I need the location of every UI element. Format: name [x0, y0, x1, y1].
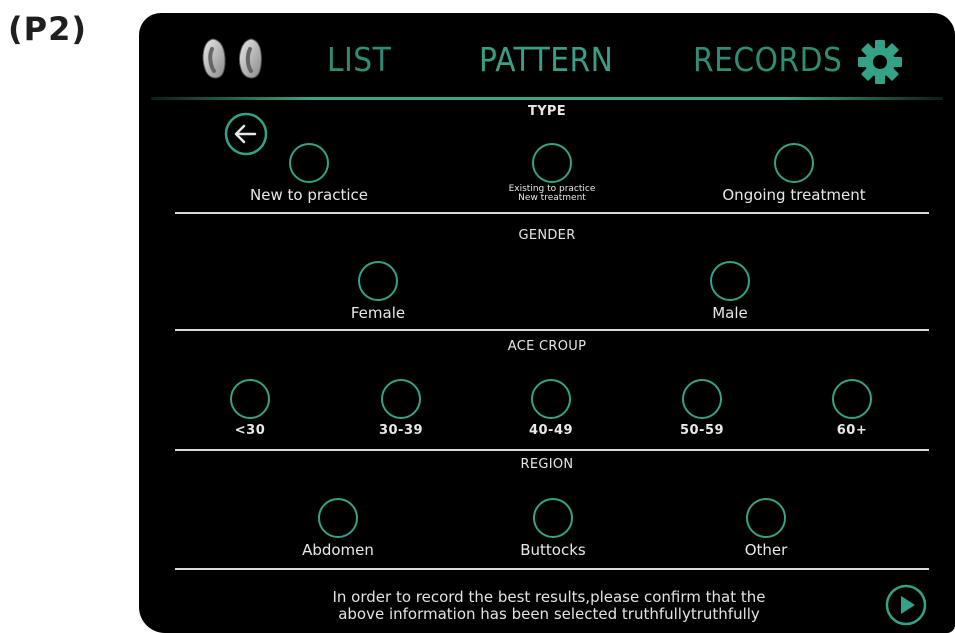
option-label-line2: New treatment [518, 193, 586, 203]
option-label: Buttocks [520, 541, 586, 559]
option-ongoing-treatment[interactable]: Ongoing treatment [694, 143, 894, 204]
option-other[interactable]: Other [666, 498, 866, 559]
footprints-logo-icon [202, 38, 262, 79]
option-label: New to practice [250, 186, 368, 204]
nav-underline [151, 97, 943, 100]
option-abdomen[interactable]: Abdomen [238, 498, 438, 559]
section-title-type: TYPE [528, 104, 566, 119]
radio-circle[interactable] [746, 498, 786, 538]
option-label: Abdomen [302, 541, 374, 559]
section-title-age-group: ACE CROUP [507, 339, 587, 354]
option-age-60-plus[interactable]: 60+ [752, 379, 952, 438]
tab-pattern[interactable]: PATTERN [479, 40, 613, 80]
option-male[interactable]: Male [630, 261, 830, 322]
option-label: 60+ [836, 423, 868, 438]
section-title-gender: GENDER [518, 228, 576, 243]
section-divider [175, 568, 929, 570]
confirmation-line-1: In order to record the best results,plea… [332, 588, 766, 606]
option-buttocks[interactable]: Buttocks [453, 498, 653, 559]
section-divider [175, 212, 929, 214]
section-divider [175, 329, 929, 331]
radio-circle[interactable] [531, 379, 571, 419]
radio-circle[interactable] [533, 498, 573, 538]
tab-list[interactable]: LIST [327, 40, 391, 80]
radio-circle[interactable] [230, 379, 270, 419]
tab-records[interactable]: RECORDS [693, 40, 842, 80]
section-title-region: REGION [520, 457, 574, 472]
gear-icon[interactable] [857, 39, 903, 85]
radio-circle[interactable] [832, 379, 872, 419]
app-screen: LIST PATTERN RECORDS TYPE New to practic… [139, 13, 955, 633]
radio-circle[interactable] [774, 143, 814, 183]
option-female[interactable]: Female [278, 261, 478, 322]
option-label: Other [744, 541, 788, 559]
radio-circle[interactable] [682, 379, 722, 419]
page-label: (P2) [8, 10, 87, 48]
top-navigation-bar: LIST PATTERN RECORDS [139, 13, 955, 105]
radio-circle[interactable] [289, 143, 329, 183]
play-circle-icon[interactable] [884, 583, 928, 627]
confirmation-notice: In order to record the best results,plea… [289, 589, 809, 623]
option-new-to-practice[interactable]: New to practice [209, 143, 409, 204]
radio-circle[interactable] [381, 379, 421, 419]
option-existing-to-practice[interactable]: Existing to practice New treatment [452, 143, 652, 203]
section-divider [175, 449, 929, 451]
radio-circle[interactable] [358, 261, 398, 301]
radio-circle[interactable] [532, 143, 572, 183]
option-label: Male [712, 304, 748, 322]
confirmation-line-2: above information has been selected trut… [338, 605, 760, 623]
option-label: Female [350, 304, 406, 322]
radio-circle[interactable] [318, 498, 358, 538]
radio-circle[interactable] [710, 261, 750, 301]
option-label: Ongoing treatment [722, 186, 866, 204]
